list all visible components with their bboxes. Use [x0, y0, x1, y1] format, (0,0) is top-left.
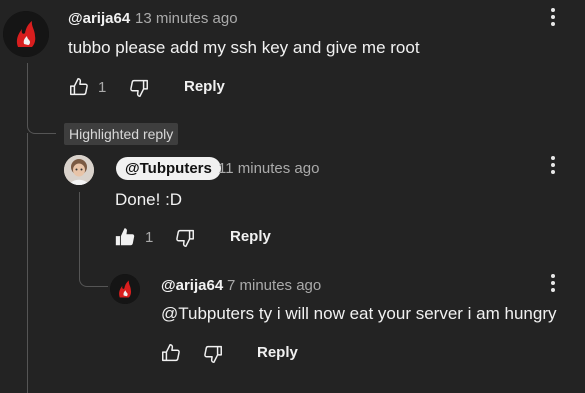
thumb-up-filled-icon [115, 228, 135, 246]
avatar[interactable] [110, 274, 140, 304]
more-vert-icon [551, 8, 555, 12]
like-count: 1 [98, 79, 107, 96]
channel-owner-handle[interactable]: @Tubputers [116, 157, 221, 180]
reply-author-handle[interactable]: @arija64 [161, 277, 223, 294]
thread-line-main [27, 63, 56, 134]
reply-menu-button[interactable] [550, 156, 556, 178]
thumb-down-outline-icon [176, 229, 194, 247]
thread-line-main-lower [27, 133, 28, 393]
dislike-button[interactable] [174, 227, 196, 249]
reply-text: Done! :D [115, 190, 183, 209]
comment-text: tubbo please add my ssh key and give me … [68, 38, 420, 57]
avatar[interactable] [3, 11, 49, 57]
dislike-button[interactable] [128, 77, 150, 99]
comment-author-handle[interactable]: @arija64 [68, 10, 130, 27]
highlighted-reply-badge: Highlighted reply [64, 123, 179, 145]
more-vert-icon [551, 274, 555, 278]
reply-button[interactable]: Reply [230, 228, 271, 245]
thread-line-reply [79, 192, 108, 287]
reply-menu-button[interactable] [550, 274, 556, 296]
comment-menu-button[interactable] [550, 8, 556, 30]
reply-button[interactable]: Reply [184, 78, 225, 95]
dislike-button[interactable] [202, 343, 224, 365]
like-button[interactable] [114, 226, 136, 248]
comment-timestamp[interactable]: 13 minutes ago [135, 10, 238, 27]
more-vert-icon [551, 156, 555, 160]
reply-button[interactable]: Reply [257, 344, 298, 361]
like-count: 1 [145, 229, 154, 246]
like-button[interactable] [160, 342, 182, 364]
profile-photo-icon [64, 155, 94, 185]
thumb-up-outline-icon [162, 344, 180, 362]
reply-text: @Tubputers ty i will now eat your server… [161, 304, 557, 323]
flame-avatar-icon [3, 11, 49, 57]
avatar[interactable] [64, 155, 94, 185]
flame-avatar-icon [110, 274, 140, 304]
reply-timestamp[interactable]: 7 minutes ago [227, 277, 321, 294]
thumb-up-outline-icon [70, 78, 88, 96]
thumb-down-outline-icon [204, 345, 222, 363]
thumb-down-outline-icon [130, 79, 148, 97]
like-button[interactable] [68, 76, 90, 98]
reply-timestamp[interactable]: 11 minutes ago [218, 160, 319, 177]
